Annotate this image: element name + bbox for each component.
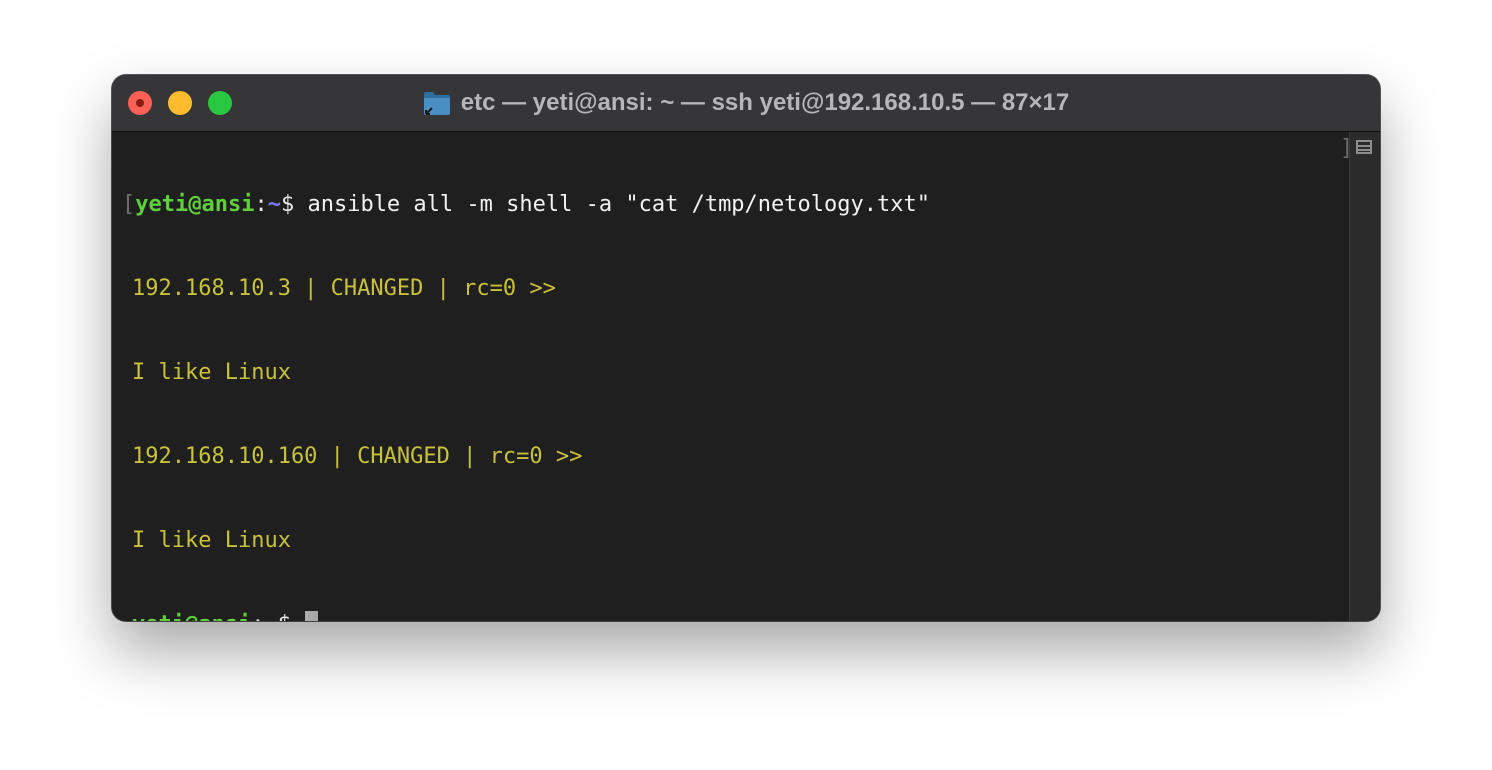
active-prompt-line[interactable]: yeti@ansi:~$ — [122, 611, 930, 621]
prompt-separator: : — [251, 612, 264, 621]
terminal-window: etc — yeti@ansi: ~ — ssh yeti@192.168.10… — [112, 75, 1380, 621]
prompt-path: ~ — [267, 192, 281, 217]
mark-bracket-left: [ — [122, 192, 136, 217]
output-line: 192.168.10.3 | CHANGED | rc=0 >> — [132, 276, 556, 301]
scrollbar[interactable] — [1349, 132, 1380, 621]
output-line: 192.168.10.160 | CHANGED | rc=0 >> — [132, 444, 583, 469]
title-bar[interactable]: etc — yeti@ansi: ~ — ssh yeti@192.168.10… — [112, 75, 1380, 132]
terminal-content[interactable]: [yeti@ansi:~$ ansible all -m shell -a "c… — [112, 132, 1353, 621]
prompt-symbol: $ — [278, 612, 291, 621]
text-cursor — [305, 611, 319, 621]
command-line: [yeti@ansi:~$ ansible all -m shell -a "c… — [122, 191, 930, 219]
window-title: etc — yeti@ansi: ~ — ssh yeti@192.168.10… — [460, 89, 1070, 116]
window-title-group: etc — yeti@ansi: ~ — ssh yeti@192.168.10… — [112, 75, 1380, 131]
output-line: I like Linux — [132, 528, 291, 553]
prompt-separator: : — [254, 192, 268, 217]
output-line: I like Linux — [132, 360, 291, 385]
prompt-user: yeti@ansi — [135, 192, 255, 217]
folder-icon — [423, 92, 450, 115]
terminal-lines: [yeti@ansi:~$ ansible all -m shell -a "c… — [122, 135, 930, 621]
split-pane-icon[interactable] — [1356, 140, 1372, 154]
prompt-symbol: $ — [280, 192, 295, 217]
prompt-user: yeti@ansi — [132, 612, 251, 621]
prompt-path: ~ — [264, 612, 277, 621]
command-text: ansible all -m shell -a "cat /tmp/netolo… — [294, 192, 930, 217]
